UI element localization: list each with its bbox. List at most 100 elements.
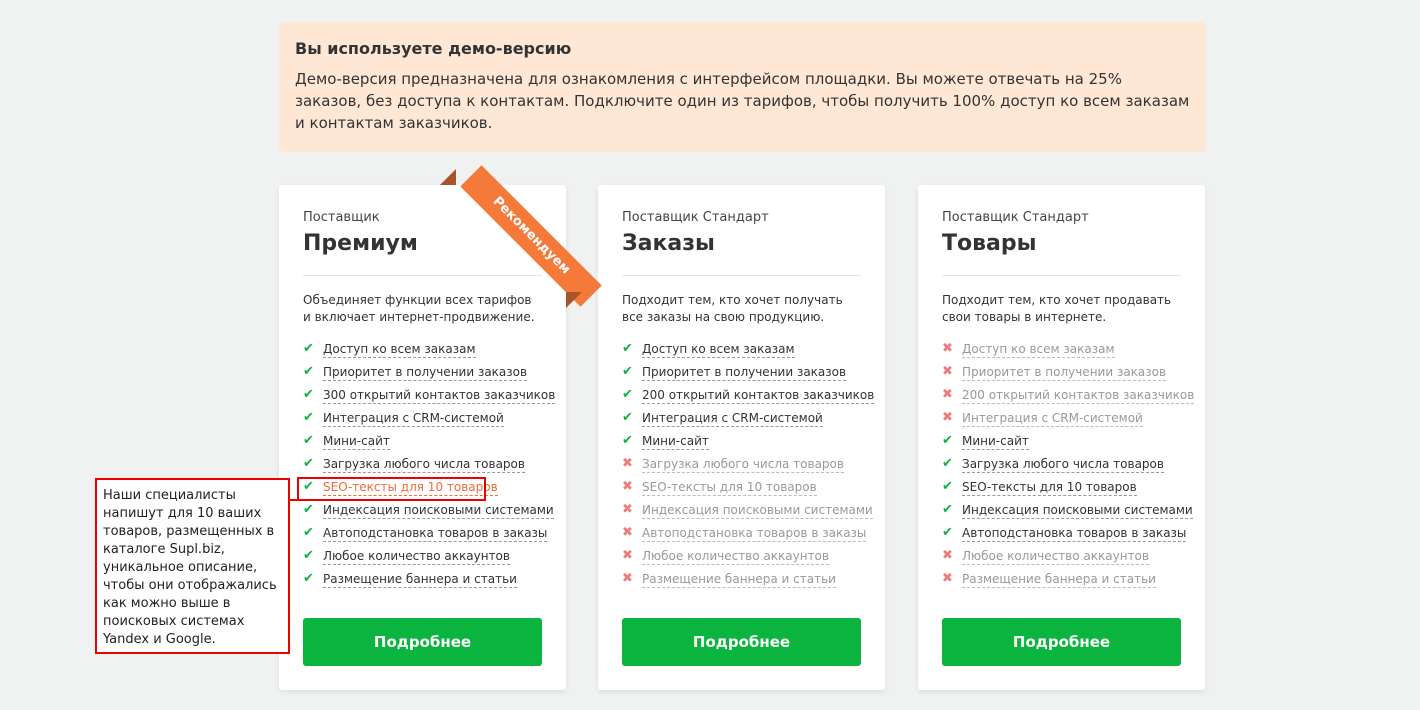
check-icon: ✔ bbox=[622, 341, 633, 356]
feature-item: ✖ Автоподстановка товаров в заказы bbox=[622, 525, 867, 549]
feature-item: ✖ Индексация поисковыми системами bbox=[622, 502, 873, 526]
check-icon: ✔ bbox=[303, 341, 314, 356]
check-icon: ✔ bbox=[303, 387, 314, 402]
feature-list: ✖ Доступ ко всем заказам ✖ Приоритет в полу… bbox=[942, 342, 1195, 595]
plan-description: Подходит тем, кто хочет продавать свои т… bbox=[942, 293, 1172, 324]
cross-icon: ✖ bbox=[622, 479, 633, 494]
plan-divider bbox=[942, 275, 1181, 276]
check-icon: ✔ bbox=[303, 571, 314, 586]
feature-label[interactable]: 200 открытий контактов заказчиков bbox=[962, 388, 1195, 404]
feature-item: ✔ Любое количество аккаунтов bbox=[303, 549, 542, 572]
details-button-orders[interactable]: Подробнее bbox=[622, 618, 861, 666]
check-icon: ✔ bbox=[942, 525, 953, 540]
check-icon: ✔ bbox=[303, 502, 314, 517]
feature-label[interactable]: Мини-сайт bbox=[323, 434, 390, 450]
feature-label[interactable]: Мини-сайт bbox=[962, 434, 1029, 450]
feature-label[interactable]: Загрузка любого числа товаров bbox=[642, 457, 844, 473]
ribbon-fold bbox=[566, 292, 582, 308]
check-icon: ✔ bbox=[622, 364, 633, 379]
feature-item: ✔ Мини-сайт bbox=[622, 434, 861, 457]
ribbon-label: Рекомендуем bbox=[460, 165, 602, 307]
feature-label[interactable]: Доступ ко всем заказам bbox=[323, 342, 476, 358]
cross-icon: ✖ bbox=[622, 502, 633, 517]
feature-label[interactable]: Любое количество аккаунтов bbox=[323, 549, 510, 565]
feature-label[interactable]: Загрузка любого числа товаров bbox=[962, 457, 1164, 473]
feature-item: ✔ Индексация поисковыми системами bbox=[942, 502, 1193, 526]
cross-icon: ✖ bbox=[622, 548, 633, 563]
feature-label[interactable]: SEO-тексты для 10 товаров bbox=[962, 480, 1137, 496]
details-button-goods[interactable]: Подробнее bbox=[942, 618, 1181, 666]
feature-item: ✖ Приоритет в получении заказов bbox=[942, 365, 1181, 388]
feature-item: ✖ Любое количество аккаунтов bbox=[622, 549, 861, 572]
feature-item: ✔ Интеграция с CRM-системой bbox=[622, 411, 861, 434]
seo-tooltip: Наши специалисты напишут для 10 ваших то… bbox=[95, 478, 290, 654]
plan-divider bbox=[622, 275, 861, 276]
feature-item: ✔ Автоподстановка товаров в заказы bbox=[942, 525, 1187, 549]
feature-item: ✖ Загрузка любого числа товаров bbox=[622, 457, 861, 480]
feature-label[interactable]: SEO-тексты для 10 товаров bbox=[642, 480, 817, 496]
feature-item: ✖ Доступ ко всем заказам bbox=[942, 342, 1181, 365]
feature-item: ✔ Приоритет в получении заказов bbox=[622, 365, 861, 388]
feature-item: ✔ Мини-сайт bbox=[942, 434, 1181, 457]
demo-notice-title: Вы используете демо-версию bbox=[295, 39, 572, 58]
feature-label[interactable]: Доступ ко всем заказам bbox=[642, 342, 795, 358]
check-icon: ✔ bbox=[303, 433, 314, 448]
seo-highlight-frame bbox=[297, 477, 486, 501]
feature-label[interactable]: Интеграция с CRM-системой bbox=[642, 411, 823, 427]
feature-item: ✔ Размещение баннера и статьи bbox=[303, 572, 542, 595]
ribbon-fold bbox=[440, 169, 456, 185]
cross-icon: ✖ bbox=[622, 571, 633, 586]
feature-label[interactable]: Приоритет в получении заказов bbox=[323, 365, 528, 381]
feature-list: ✔ Доступ ко всем заказам ✔ Приоритет в полу… bbox=[622, 341, 875, 595]
check-icon: ✔ bbox=[303, 364, 314, 379]
feature-label[interactable]: Мини-сайт bbox=[642, 434, 709, 450]
feature-label[interactable]: Размещение баннера и статьи bbox=[323, 572, 517, 588]
feature-label[interactable]: Размещение баннера и статьи bbox=[642, 572, 836, 588]
feature-item: ✔ Интеграция с CRM-системой bbox=[303, 411, 542, 434]
cross-icon: ✖ bbox=[942, 364, 953, 379]
feature-label[interactable]: Автоподстановка товаров в заказы bbox=[962, 526, 1187, 542]
check-icon: ✔ bbox=[622, 387, 633, 402]
check-icon: ✔ bbox=[303, 456, 314, 471]
feature-label[interactable]: Загрузка любого числа товаров bbox=[323, 457, 525, 473]
feature-item: ✔ Загрузка любого числа товаров bbox=[942, 457, 1181, 480]
cross-icon: ✖ bbox=[622, 525, 633, 540]
feature-item: ✔ Автоподстановка товаров в заказы bbox=[303, 525, 548, 549]
feature-label[interactable]: 300 открытий контактов заказчиков bbox=[323, 388, 556, 404]
feature-label[interactable]: Автоподстановка товаров в заказы bbox=[642, 526, 867, 542]
feature-label[interactable]: Любое количество аккаунтов bbox=[962, 549, 1149, 565]
feature-label[interactable]: Приоритет в получении заказов bbox=[962, 365, 1167, 381]
feature-label[interactable]: Доступ ко всем заказам bbox=[962, 342, 1115, 358]
feature-label[interactable]: Любое количество аккаунтов bbox=[642, 549, 829, 565]
feature-label[interactable]: Автоподстановка товаров в заказы bbox=[323, 526, 548, 542]
plan-subtitle: Поставщик Стандарт bbox=[942, 210, 1089, 225]
feature-label[interactable]: Индексация поисковыми системами bbox=[962, 503, 1193, 519]
cross-icon: ✖ bbox=[942, 387, 953, 402]
feature-item: ✖ 200 открытий контактов заказчиков bbox=[942, 387, 1195, 411]
check-icon: ✔ bbox=[942, 479, 953, 494]
feature-label[interactable]: Индексация поисковыми системами bbox=[642, 503, 873, 519]
feature-item: ✖ Любое количество аккаунтов bbox=[942, 549, 1181, 572]
check-icon: ✔ bbox=[622, 410, 633, 425]
check-icon: ✔ bbox=[303, 525, 314, 540]
feature-label[interactable]: Приоритет в получении заказов bbox=[642, 365, 847, 381]
check-icon: ✔ bbox=[622, 433, 633, 448]
demo-notice: Вы используете демо-версию Демо-версия п… bbox=[279, 22, 1206, 152]
feature-label[interactable]: 200 открытий контактов заказчиков bbox=[642, 388, 875, 404]
check-icon: ✔ bbox=[942, 502, 953, 517]
feature-label[interactable]: Индексация поисковыми системами bbox=[323, 503, 554, 519]
plan-title: Заказы bbox=[622, 231, 715, 256]
check-icon: ✔ bbox=[303, 410, 314, 425]
feature-label[interactable]: Интеграция с CRM-системой bbox=[962, 411, 1143, 427]
feature-label[interactable]: Интеграция с CRM-системой bbox=[323, 411, 504, 427]
cross-icon: ✖ bbox=[942, 548, 953, 563]
recommended-ribbon: Рекомендуем bbox=[440, 165, 602, 308]
details-button-premium[interactable]: Подробнее bbox=[303, 618, 542, 666]
feature-item: ✖ Размещение баннера и статьи bbox=[622, 572, 861, 595]
plan-description: Подходит тем, кто хочет получать все зак… bbox=[622, 293, 843, 324]
cross-icon: ✖ bbox=[622, 456, 633, 471]
check-icon: ✔ bbox=[303, 548, 314, 563]
feature-list: ✔ Доступ ко всем заказам ✔ Приоритет в полу… bbox=[303, 341, 556, 595]
feature-label[interactable]: Размещение баннера и статьи bbox=[962, 572, 1156, 588]
plan-subtitle: Поставщик Стандарт bbox=[622, 210, 769, 225]
